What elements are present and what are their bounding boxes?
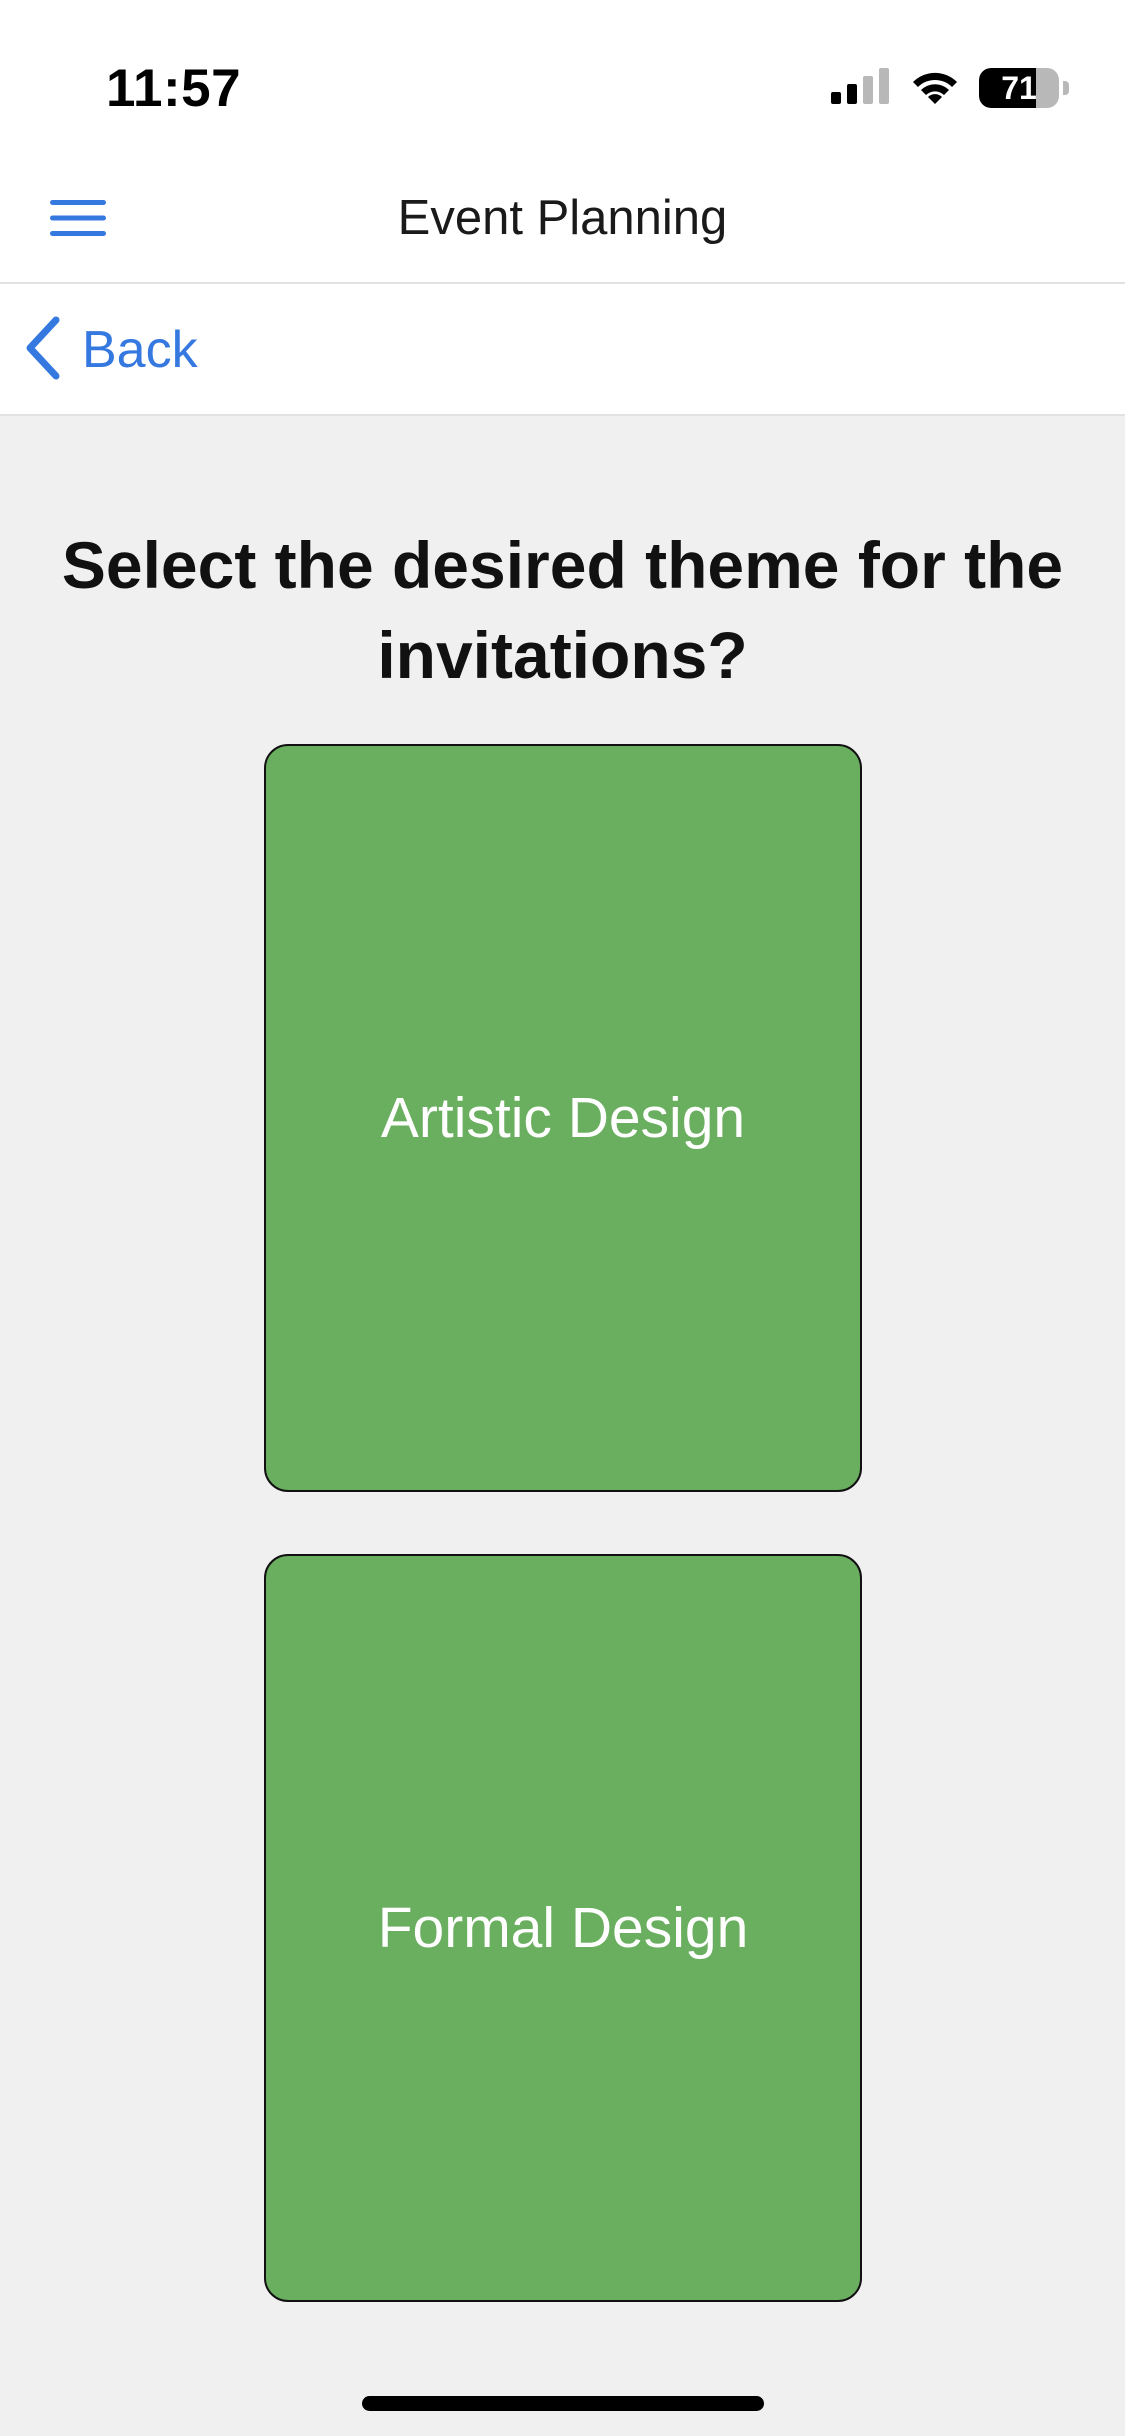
back-button[interactable]: Back <box>22 314 198 386</box>
battery-icon: 71 <box>979 68 1059 108</box>
page-title: Event Planning <box>397 191 728 245</box>
nav-bar: Event Planning <box>0 170 1125 284</box>
back-label: Back <box>82 321 198 379</box>
battery-level: 71 <box>1001 69 1037 106</box>
signal-icon <box>831 67 891 109</box>
option-label: Artistic Design <box>380 1086 746 1150</box>
home-indicator <box>362 2396 764 2411</box>
wifi-icon <box>909 66 961 111</box>
option-label: Formal Design <box>377 1896 749 1960</box>
status-icons: 71 <box>831 66 1069 110</box>
status-time: 11:57 <box>106 59 242 118</box>
question-heading: Select the desired theme for the invitat… <box>61 528 1064 692</box>
chevron-left-icon <box>22 316 62 385</box>
battery-cap <box>1063 81 1069 95</box>
option-formal-design[interactable]: Formal Design <box>264 1554 862 2302</box>
back-bar: Back <box>0 284 1125 416</box>
status-bar: 11:57 71 <box>0 0 1125 170</box>
option-artistic-design[interactable]: Artistic Design <box>264 744 862 1492</box>
